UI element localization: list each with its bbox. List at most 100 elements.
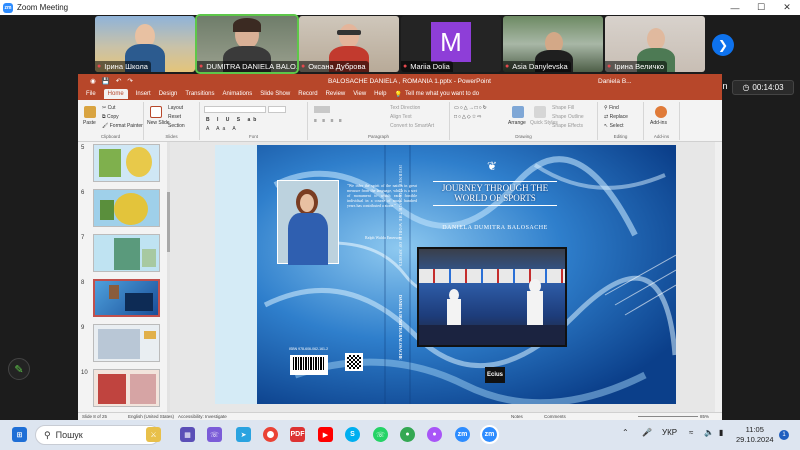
slide-thumbnail[interactable]: 9	[80, 324, 166, 364]
list-icon[interactable]	[314, 106, 330, 113]
paste-button[interactable]: Paste	[83, 120, 96, 126]
text-direction-button[interactable]: Text Direction	[390, 105, 420, 111]
language-status[interactable]: English (United States)	[128, 414, 174, 419]
whatsapp-icon[interactable]: ☏	[373, 427, 388, 442]
widget-emblem-icon[interactable]: ⚔	[146, 427, 161, 442]
chrome-profile-2-icon[interactable]: ●	[427, 427, 442, 442]
close-icon[interactable]: ✕	[774, 0, 800, 15]
quick-styles-icon[interactable]	[534, 106, 546, 118]
font-color-icons[interactable]: A Aa A	[206, 126, 239, 132]
copy-button[interactable]: ⧉ Copy	[102, 114, 119, 120]
participant-name: Asia Danylevska	[512, 62, 568, 71]
reset-button[interactable]: Reset	[168, 114, 181, 120]
volume-icon[interactable]: 🔈	[704, 428, 714, 437]
tab-design[interactable]: Design	[159, 91, 178, 97]
font-size-input[interactable]	[268, 106, 286, 113]
align-icons[interactable]: ≡ ≡ ≡ ≡	[314, 118, 344, 124]
participant-tile[interactable]: ● Оксана Дуброва	[299, 16, 399, 72]
youtube-icon[interactable]: ▶	[318, 427, 333, 442]
meeting-timer[interactable]: ◷ 00:14:03	[732, 80, 794, 95]
tab-help[interactable]: Help	[374, 91, 386, 97]
shapes-gallery[interactable]: ▭○△→□○↻	[454, 105, 488, 111]
minimize-icon[interactable]: —	[722, 0, 748, 15]
section-button[interactable]: Section	[168, 123, 185, 129]
user-name[interactable]: Daniela B...	[598, 78, 632, 85]
participant-tile[interactable]: ● Ірина Величко	[605, 16, 705, 72]
font-name-input[interactable]	[204, 106, 266, 113]
file-app-icon[interactable]: ▦	[180, 427, 195, 442]
save-icon[interactable]: 💾	[102, 77, 110, 85]
cut-button[interactable]: ✂ Cut	[102, 105, 115, 111]
slide-thumbnail[interactable]: 5	[80, 144, 166, 184]
tab-home[interactable]: Home	[103, 89, 128, 99]
maximize-icon[interactable]: ☐	[748, 0, 774, 15]
participant-tile[interactable]: M ● Mariia Dolia	[401, 16, 501, 72]
participant-tile[interactable]: ● Ірина Школа	[95, 16, 195, 72]
tab-animations[interactable]: Animations	[223, 91, 253, 97]
format-painter-button[interactable]: 🖌 Format Painter	[102, 123, 143, 129]
addins-icon[interactable]	[655, 106, 667, 118]
tab-view[interactable]: View	[353, 91, 366, 97]
tab-slide-show[interactable]: Slide Show	[260, 91, 290, 97]
tray-chevron-up-icon[interactable]: ⌃	[622, 428, 629, 437]
replace-button[interactable]: ⇄ Replace	[604, 114, 628, 120]
zoom-level[interactable]: 85%	[700, 414, 709, 419]
notification-badge[interactable]: 1	[779, 430, 789, 440]
align-text-button[interactable]: Align Text	[390, 114, 412, 120]
slide-thumbnail-selected[interactable]: 8	[80, 279, 166, 319]
windows-start-icon[interactable]: ⊞	[12, 427, 27, 442]
taskbar-clock[interactable]: 11:05 29.10.2024	[736, 425, 774, 445]
new-slide-button[interactable]: New Slide	[147, 120, 170, 126]
slide-thumbnail[interactable]: 7	[80, 234, 166, 274]
undo-icon[interactable]: ↶	[116, 77, 121, 85]
taskbar-search[interactable]: ⚲ Пошук	[35, 425, 160, 445]
tab-transitions[interactable]: Transitions	[185, 91, 214, 97]
input-language[interactable]: УКР	[662, 428, 677, 437]
bold-italic-underline-icons[interactable]: B I U S ab	[206, 117, 259, 123]
current-slide[interactable]: "We infer the spirit of the nation in gr…	[215, 145, 676, 404]
new-slide-icon[interactable]	[150, 106, 162, 118]
tab-insert[interactable]: Insert	[136, 91, 151, 97]
telegram-icon[interactable]: ➤	[236, 427, 251, 442]
paste-icon[interactable]	[84, 106, 96, 118]
autosave-icon[interactable]: ◉	[90, 77, 96, 85]
zoom-active-icon[interactable]: zm	[480, 425, 499, 444]
pdf-app-icon[interactable]: PDF	[290, 427, 305, 442]
participant-tile[interactable]: ● Asia Danylevska	[503, 16, 603, 72]
editor-scrollbar[interactable]	[715, 142, 722, 412]
shape-outline-button[interactable]: Shape Outline	[552, 114, 584, 120]
zoom-slider[interactable]	[638, 416, 698, 417]
chrome-profile-icon[interactable]: ●	[400, 427, 415, 442]
addins-button[interactable]: Add-ins	[650, 120, 667, 126]
microphone-icon[interactable]: 🎤	[642, 428, 652, 437]
tab-record[interactable]: Record	[298, 91, 317, 97]
skype-icon[interactable]: S	[345, 427, 360, 442]
annotate-pencil-icon[interactable]: ✎	[8, 358, 30, 380]
select-button[interactable]: ↖ Select	[604, 123, 624, 129]
find-button[interactable]: ⚲ Find	[604, 105, 619, 111]
redo-icon[interactable]: ↷	[127, 77, 132, 85]
comments-button[interactable]: Comments	[544, 414, 566, 419]
accessibility-status[interactable]: Accessibility: Investigate	[178, 414, 227, 419]
notes-button[interactable]: Notes	[511, 414, 523, 419]
layout-button[interactable]: Layout	[168, 105, 183, 111]
wifi-icon[interactable]: ≈	[689, 428, 693, 437]
zoom-icon[interactable]: zm	[455, 427, 470, 442]
shape-fill-button[interactable]: Shape Fill	[552, 105, 574, 111]
tab-review[interactable]: Review	[326, 91, 346, 97]
battery-icon[interactable]: ▮	[719, 428, 723, 437]
viber-icon[interactable]: ☏	[207, 427, 222, 442]
slide-thumbnail[interactable]: 10	[80, 369, 166, 409]
slide-thumbnail[interactable]: 6	[80, 189, 166, 229]
ribbon: Paste ✂ Cut ⧉ Copy 🖌 Format Painter Clip…	[78, 100, 722, 142]
shape-effects-button[interactable]: Shape Effects	[552, 123, 583, 129]
participant-tile[interactable]: ● DUMITRA DANIELA BALO...	[195, 14, 299, 74]
arrange-icon[interactable]	[512, 106, 524, 118]
next-page-button[interactable]: ❯	[712, 34, 734, 56]
convert-smartart-button[interactable]: Convert to SmartArt	[390, 123, 434, 129]
shapes-gallery-row[interactable]: □○△◇☆⇨	[454, 114, 482, 120]
chrome-icon[interactable]	[263, 427, 278, 442]
tab-file[interactable]: File	[86, 91, 96, 97]
tell-me-box[interactable]: Tell me what you want to do	[405, 91, 479, 97]
arrange-button[interactable]: Arrange	[508, 120, 526, 126]
